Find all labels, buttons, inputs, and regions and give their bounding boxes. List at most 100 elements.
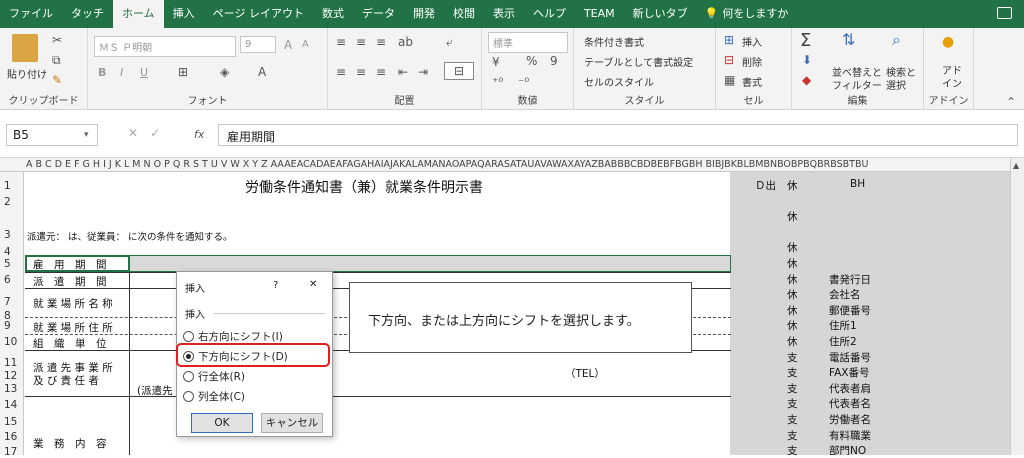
collapse-ribbon-icon[interactable]: ⌃ (1006, 94, 1016, 110)
label-org-unit[interactable]: 組 織 単 位 (33, 336, 107, 351)
row-header[interactable]: 10 (0, 336, 24, 348)
find-select-button-line2[interactable]: 選択 (886, 77, 906, 92)
format-cells-button[interactable]: 書式 (742, 74, 762, 89)
clear-icon[interactable]: ◆ (802, 72, 811, 88)
align-middle-icon[interactable]: ≡ (356, 34, 366, 50)
sort-filter-button-line2[interactable]: フィルター (832, 77, 882, 92)
d-out-text[interactable]: Ｄ出 (755, 178, 776, 193)
selected-row-5[interactable] (25, 255, 731, 272)
right-flag-cell[interactable]: 休 (787, 272, 798, 287)
format-painter-icon[interactable]: ✎ (52, 72, 62, 88)
row-header[interactable]: 2 (0, 196, 24, 208)
tab-6[interactable]: データ (353, 0, 404, 28)
tell-me-box[interactable]: 💡 何をしますか (697, 0, 789, 28)
right-field-cell[interactable]: 代表者肩 (829, 381, 871, 396)
border-icon[interactable]: ⊞ (178, 64, 188, 80)
right-flag-cell[interactable]: 休 (787, 287, 798, 302)
insert-function-button[interactable]: fx (194, 128, 204, 141)
right-field-cell[interactable]: 郵便番号 (829, 303, 871, 318)
format-cells-icon[interactable]: ▦ (724, 72, 735, 88)
scroll-up-icon[interactable]: ▲ (1013, 158, 1019, 174)
tab-0[interactable]: ファイル (0, 0, 62, 28)
right-field-cell[interactable]: 住所2 (829, 334, 857, 349)
tab-9[interactable]: 表示 (484, 0, 524, 28)
intro-text[interactable]: 派遣元： は、従業員： に次の条件を通知する。 (27, 229, 233, 243)
tab-4[interactable]: ページ レイアウト (204, 0, 313, 28)
wrap-text-icon[interactable]: ⤶ (446, 34, 453, 50)
enter-icon[interactable]: ✓ (150, 126, 172, 140)
delete-cells-button[interactable]: 削除 (742, 54, 762, 69)
tab-7[interactable]: 開発 (404, 0, 444, 28)
currency-icon[interactable]: ¥ (492, 54, 500, 70)
sheet-title[interactable]: 労働条件通知書（兼）就業条件明示書 (245, 177, 483, 197)
right-field-cell[interactable]: FAX番号 (829, 365, 869, 380)
right-field-cell[interactable]: 労働者名 (829, 412, 871, 427)
indent-increase-icon[interactable]: ⇥ (418, 64, 428, 80)
right-flag-cell[interactable]: 休 (787, 303, 798, 318)
label-responsible[interactable]: 及 び 責 任 者 (33, 373, 99, 388)
copy-icon[interactable]: ⧉ (52, 52, 61, 68)
tab-1[interactable]: タッチ (62, 0, 113, 28)
font-grow-button[interactable]: A (284, 38, 292, 52)
underline-button[interactable]: U (140, 66, 148, 79)
insert-cells-icon[interactable]: ⊞ (724, 32, 734, 48)
find-select-icon[interactable]: ⌕ (892, 32, 901, 48)
align-center-icon[interactable]: ≡ (356, 64, 366, 80)
tel-text[interactable]: （TEL） (565, 366, 605, 381)
orientation-icon[interactable]: ab (398, 34, 413, 50)
radio-icon[interactable] (183, 391, 194, 402)
format-as-table-button[interactable]: テーブルとして書式設定 (584, 54, 693, 69)
radio-icon[interactable] (183, 331, 194, 342)
align-top-icon[interactable]: ≡ (336, 34, 346, 50)
row-header[interactable]: 12 (0, 370, 24, 382)
font-size-select[interactable]: 9 (240, 36, 276, 53)
indent-decrease-icon[interactable]: ⇤ (398, 64, 408, 80)
column-header-labels[interactable]: A B C D E F G H I J K L M N O P Q R S T … (0, 159, 868, 170)
percent-button[interactable]: % (526, 54, 537, 68)
row-header[interactable]: 1 (0, 180, 24, 192)
align-bottom-icon[interactable]: ≡ (376, 34, 386, 50)
row-header[interactable]: 7 (0, 296, 24, 308)
help-button[interactable]: ? (273, 280, 278, 291)
autosum-button[interactable]: Σ (800, 30, 811, 51)
right-flag-cell[interactable]: 休 (787, 240, 798, 255)
cancel-icon[interactable]: ✕ (128, 126, 150, 140)
align-left-icon[interactable]: ≡ (336, 64, 346, 80)
right-flag-cell[interactable]: 休 (787, 209, 798, 224)
tab-2[interactable]: ホーム (113, 0, 164, 28)
tab-8[interactable]: 校閲 (444, 0, 484, 28)
label-dispatch-period[interactable]: 派 遣 期 間 (33, 274, 107, 289)
right-field-cell[interactable]: 部門NO (829, 443, 866, 455)
right-flag-cell[interactable]: 休 (787, 178, 798, 193)
tab-11[interactable]: TEAM (575, 0, 624, 28)
row-header[interactable]: 14 (0, 399, 24, 411)
label-job-content[interactable]: 業 務 内 容 (33, 436, 107, 451)
row-header[interactable]: 16 (0, 431, 24, 443)
align-right-icon[interactable]: ≡ (376, 64, 386, 80)
tab-5[interactable]: 数式 (313, 0, 353, 28)
fill-icon[interactable]: ⬇ (802, 52, 812, 68)
cell-styles-button[interactable]: セルのスタイル (584, 74, 654, 89)
row-header[interactable]: 3 (0, 229, 24, 241)
decimal-decrease-icon[interactable]: ⁻⁰ (518, 74, 529, 90)
right-flag-cell[interactable]: 休 (787, 334, 798, 349)
row-header[interactable]: 5 (0, 258, 24, 270)
bh-text[interactable]: BH (850, 178, 865, 190)
label-employment-period[interactable]: 雇 用 期 間 (33, 257, 107, 272)
merge-center-icon[interactable]: ⊟ (444, 62, 474, 80)
right-flag-cell[interactable]: 支 (787, 350, 798, 365)
row-header[interactable]: 13 (0, 383, 24, 395)
close-icon[interactable]: ✕ (309, 279, 317, 290)
italic-button[interactable]: I (120, 66, 123, 79)
delete-cells-icon[interactable]: ⊟ (724, 52, 734, 68)
formula-input[interactable]: 雇用期間 (218, 124, 1018, 146)
right-flag-cell[interactable]: 支 (787, 443, 798, 455)
addin-icon[interactable]: ● (942, 34, 954, 50)
fill-color-icon[interactable]: ◈ (220, 64, 229, 80)
row-header[interactable]: 17 (0, 446, 24, 458)
row-header[interactable]: 4 (0, 246, 24, 258)
right-field-cell[interactable]: 代表者名 (829, 396, 871, 411)
shift-option-2[interactable]: 行全体(R) (183, 368, 303, 385)
sort-filter-icon[interactable]: ⇅ (842, 32, 855, 48)
font-name-select[interactable]: ＭＳ Ｐ明朝 (94, 36, 236, 57)
